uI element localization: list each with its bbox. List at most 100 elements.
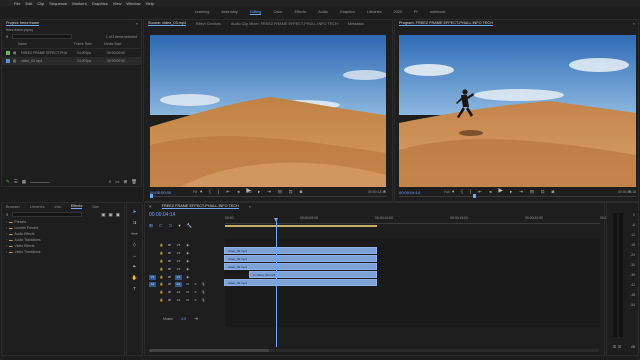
accelerated-icon[interactable]: ▣ (101, 212, 105, 217)
timeline-scrollbar[interactable] (149, 349, 599, 352)
menu-markers[interactable]: Markers (72, 1, 86, 6)
column-frame-rate[interactable]: Frame Rate (74, 42, 104, 46)
project-item-row[interactable]: ▤ FREEZ FRAME EFFECT-PHU 24.00 fps 00:00:00… (2, 49, 141, 57)
lock-icon[interactable]: 🔒 (159, 290, 164, 295)
source-patch-button[interactable] (149, 298, 156, 303)
mark-out-icon[interactable]: } (218, 189, 220, 194)
hand-tool-icon[interactable]: ✋ (132, 275, 138, 280)
solo-button[interactable]: S (193, 298, 198, 303)
program-timecode[interactable]: 00:00:04:14 (399, 190, 420, 195)
toggle-output-icon[interactable]: ◉ (185, 251, 190, 256)
source-scrubber[interactable] (150, 196, 386, 197)
export-frame-icon[interactable]: ◙ (300, 189, 303, 194)
menu-graphics[interactable]: Graphics (92, 1, 108, 6)
clip-v2b[interactable]: fx video_03.mp4 (249, 271, 377, 278)
lock-icon[interactable]: 🔒 (159, 275, 164, 280)
effects-search-input[interactable] (11, 212, 82, 217)
workspace-learning[interactable]: Learning (195, 10, 210, 14)
folder-icon[interactable]: ▭ (115, 179, 119, 184)
sync-lock-icon[interactable]: ⇄ (167, 282, 172, 287)
source-timecode[interactable]: 00:00:00:00 (150, 190, 171, 195)
source-patch-button[interactable] (149, 251, 156, 256)
source-playhead[interactable] (150, 194, 153, 198)
clip-v2[interactable]: video_03.mp4 (224, 263, 377, 270)
master-value[interactable]: 0.0 (181, 317, 186, 321)
tab-source-2[interactable]: Audio Clip Mixer: FREEZ FRAME EFFECT-PHU… (231, 22, 338, 26)
track-label[interactable]: A1 (175, 281, 182, 287)
step-forward-icon[interactable]: ▸ (258, 189, 260, 194)
panel-menu-icon[interactable]: ≡ (633, 22, 635, 26)
tab-browser[interactable]: Browser (6, 205, 20, 209)
lock-icon[interactable]: 🔒 (159, 259, 164, 264)
source-patch-button[interactable] (149, 290, 156, 295)
panel-menu-icon[interactable]: ≡ (249, 205, 251, 209)
go-to-in-icon[interactable]: ⇤ (478, 189, 482, 194)
lock-icon[interactable]: 🔒 (159, 282, 164, 287)
type-tool-icon[interactable]: T (133, 286, 136, 291)
go-to-in-icon[interactable]: ⇤ (226, 189, 230, 194)
play-icon[interactable]: ▶ (498, 188, 503, 194)
menu-clip[interactable]: Clip (37, 1, 44, 6)
nest-icon[interactable]: ⊞ (149, 223, 153, 228)
program-playhead[interactable] (473, 194, 476, 198)
track-label[interactable]: V2 (175, 267, 182, 272)
mute-button[interactable]: M (185, 282, 190, 287)
razor-tool-icon[interactable]: ◇ (133, 242, 136, 247)
overwrite-icon[interactable]: ⊡ (289, 189, 293, 194)
sync-lock-icon[interactable]: ⇄ (167, 251, 172, 256)
menu-edit[interactable]: Edit (25, 1, 32, 6)
step-back-icon[interactable]: ◂ (237, 189, 239, 194)
tab-sequence[interactable]: FREEZ FRAME EFFECT-PHULL INFO TECH (161, 204, 239, 209)
mute-button[interactable]: M (185, 290, 190, 295)
snap-icon[interactable]: ⊂ (159, 223, 163, 228)
track-label[interactable]: A2 (175, 290, 182, 295)
mute-button[interactable]: M (185, 298, 190, 303)
lift-icon[interactable]: ⊟ (530, 189, 534, 194)
menu-view[interactable]: View (113, 1, 122, 6)
zoom-slider[interactable] (30, 182, 51, 183)
solo-icon[interactable]: S (613, 344, 616, 349)
menu-window[interactable]: Window (126, 1, 140, 6)
track-label[interactable]: V5 (175, 243, 182, 248)
play-icon[interactable]: ▶ (246, 188, 251, 194)
source-fit-select[interactable]: Fit (193, 190, 197, 194)
column-name[interactable]: Name (6, 42, 74, 46)
sync-lock-icon[interactable]: ⇄ (167, 298, 172, 303)
source-patch-button[interactable] (149, 259, 156, 264)
workspace-libraries[interactable]: Libraries (367, 10, 382, 14)
source-patch-button[interactable]: V1 (149, 274, 156, 280)
source-patch-button[interactable] (149, 243, 156, 248)
solo-button[interactable]: S (193, 290, 198, 295)
column-media-start[interactable]: Media Start (104, 42, 121, 46)
track-label[interactable]: V3 (175, 259, 182, 264)
extract-icon[interactable]: ⊡ (541, 189, 545, 194)
go-to-out-icon[interactable]: ⇥ (267, 189, 271, 194)
slip-tool-icon[interactable]: ↔ (132, 253, 137, 258)
mark-out-icon[interactable]: } (470, 189, 472, 194)
track-label[interactable]: V4 (175, 251, 182, 256)
tab-info[interactable]: Info (55, 205, 61, 209)
workspace-notebook[interactable]: notebook (430, 10, 446, 14)
timeline-timecode[interactable]: 00:00:04:14 (149, 212, 175, 218)
step-back-icon[interactable]: ◂ (489, 189, 491, 194)
add-button-icon[interactable]: + (383, 189, 386, 194)
icon-view-icon[interactable]: ▦ (22, 179, 26, 184)
go-to-out-icon[interactable]: ⇥ (519, 189, 523, 194)
voiceover-icon[interactable]: 🎙 (201, 282, 206, 287)
panel-menu-icon[interactable]: ≡ (136, 22, 138, 26)
32bit-icon[interactable]: ▣ (108, 212, 112, 217)
track-label[interactable]: A3 (175, 298, 182, 303)
marker-icon[interactable]: ▾ (178, 223, 180, 228)
workspace-2020[interactable]: 2020 (394, 10, 402, 14)
track-select-tool-icon[interactable]: ⇉ (133, 220, 137, 225)
menu-file[interactable]: File (14, 1, 20, 6)
lock-icon[interactable]: 🔒 (159, 243, 164, 248)
tab-libraries[interactable]: Libraries (30, 205, 45, 209)
tab-source-1[interactable]: Effect Controls (196, 22, 221, 26)
export-frame-icon[interactable]: ◙ (552, 189, 555, 194)
workspace-assembly[interactable]: Assembly (221, 10, 237, 14)
close-icon[interactable]: × (149, 204, 152, 209)
tab-project[interactable]: Project: freez frame (6, 21, 40, 26)
source-patch-button[interactable]: A1 (149, 281, 156, 287)
clip-v3[interactable]: video_03.mp4 (224, 255, 377, 262)
